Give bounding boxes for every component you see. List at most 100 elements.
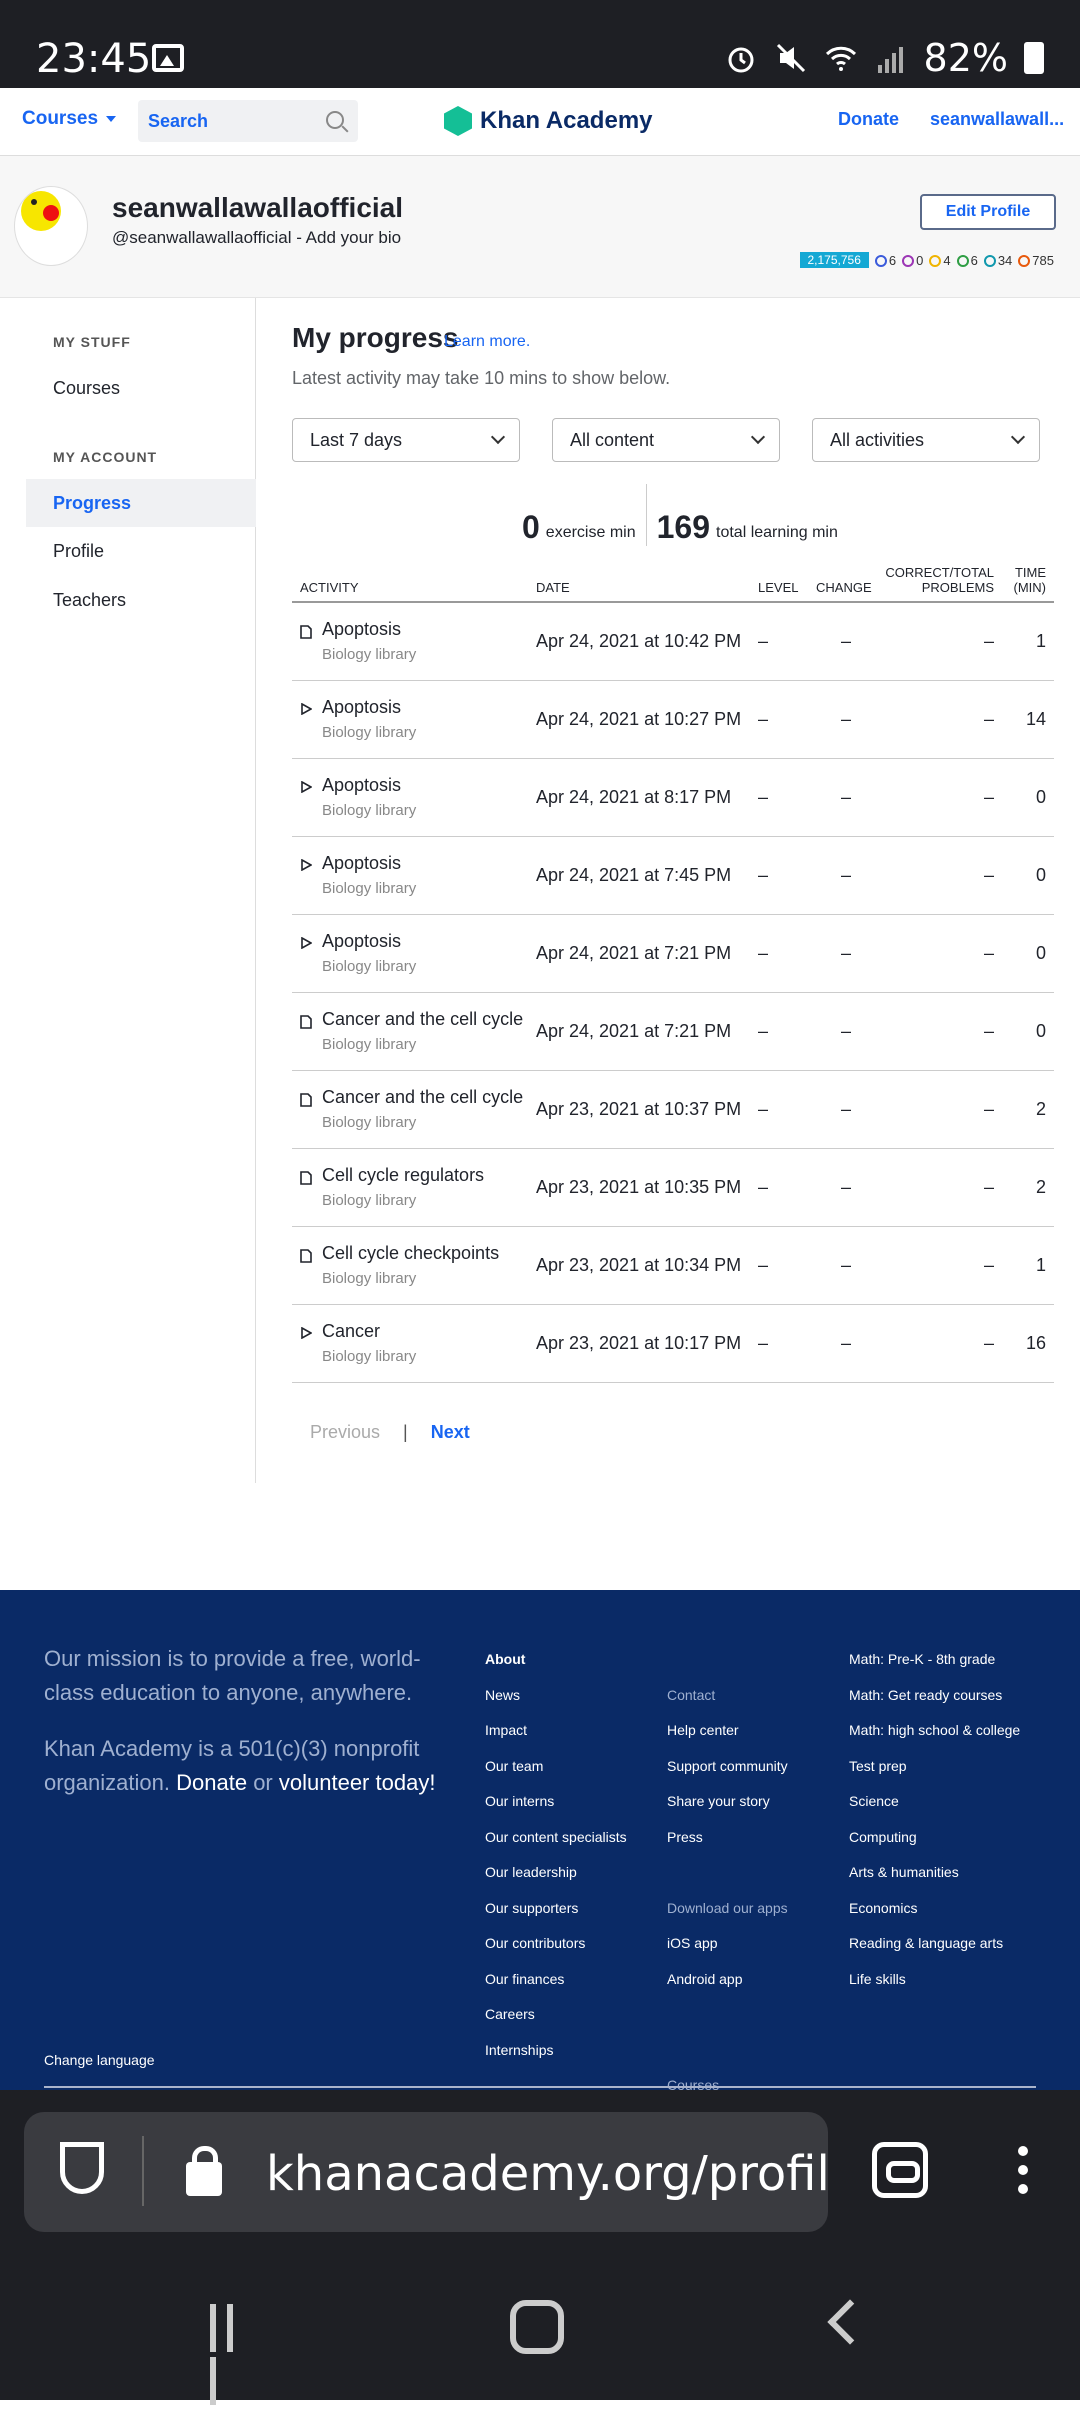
activity-title[interactable]: Apoptosis <box>322 775 416 796</box>
footer-link[interactable]: Help center <box>667 1713 788 1749</box>
footer-link[interactable]: Our interns <box>485 1784 627 1820</box>
activity-cell[interactable]: Apoptosis Biology library <box>292 836 528 915</box>
footer-link[interactable]: Our content specialists <box>485 1820 627 1856</box>
table-row[interactable]: Cancer and the cell cycle Biology library… <box>292 992 1054 1071</box>
shield-icon[interactable] <box>60 2142 104 2194</box>
activity-cell[interactable]: Apoptosis Biology library <box>292 758 528 837</box>
khan-logo[interactable]: Khan Academy <box>444 106 653 136</box>
footer-link[interactable]: Arts & humanities <box>849 1855 1020 1891</box>
footer-link[interactable]: Our finances <box>485 1962 627 1998</box>
col-correct[interactable]: CORRECT/TOTAL PROBLEMS <box>876 560 1002 603</box>
activity-cell[interactable]: Cancer and the cell cycle Biology library <box>292 1070 528 1149</box>
total-min-label: total learning min <box>716 524 838 541</box>
sidebar-item-progress[interactable]: Progress <box>26 479 256 527</box>
footer-link[interactable]: Math: Pre-K - 8th grade <box>849 1642 1020 1678</box>
lock-icon[interactable] <box>186 2146 222 2196</box>
table-row[interactable]: Apoptosis Biology library Apr 24, 2021 at … <box>292 836 1054 915</box>
activity-title[interactable]: Cancer and the cell cycle <box>322 1009 523 1030</box>
activity-title[interactable]: Apoptosis <box>322 931 416 952</box>
sidebar-item-courses[interactable]: Courses <box>26 364 256 412</box>
content-select[interactable]: All content <box>552 418 780 462</box>
date-range-select[interactable]: Last 7 days <box>292 418 520 462</box>
site-footer: Our mission is to provide a free, world-… <box>0 1590 1080 2093</box>
activity-title[interactable]: Cancer and the cell cycle <box>322 1087 523 1108</box>
table-row[interactable]: Apoptosis Biology library Apr 24, 2021 at … <box>292 914 1054 993</box>
footer-link[interactable]: Careers <box>485 1997 627 2033</box>
activity-cell[interactable]: Apoptosis Biology library <box>292 914 528 993</box>
sidebar-item-profile[interactable]: Profile <box>26 527 256 575</box>
more-menu-icon[interactable] <box>1018 2146 1028 2196</box>
footer-link[interactable]: Impact <box>485 1713 627 1749</box>
address-bar[interactable]: khanacademy.org/profile/se <box>24 2112 828 2232</box>
footer-link[interactable]: Economics <box>849 1891 1020 1927</box>
table-row[interactable]: Apoptosis Biology library Apr 24, 2021 at … <box>292 758 1054 837</box>
search-input[interactable]: Search <box>138 100 358 142</box>
table-row[interactable]: Cancer Biology library Apr 23, 2021 at 10:… <box>292 1304 1054 1383</box>
search-icon[interactable] <box>326 111 344 129</box>
activity-title[interactable]: Cell cycle regulators <box>322 1165 484 1186</box>
footer-link[interactable]: Science <box>849 1784 1020 1820</box>
footer-link[interactable]: News <box>485 1678 627 1714</box>
back-icon[interactable] <box>827 2299 873 2345</box>
table-row[interactable]: Cancer and the cell cycle Biology library… <box>292 1070 1054 1149</box>
activity-cell[interactable]: Cell cycle regulators Biology library <box>292 1148 528 1227</box>
activity-title[interactable]: Apoptosis <box>322 619 416 640</box>
footer-link[interactable]: Internships <box>485 2033 627 2069</box>
profile-bio[interactable]: @seanwallawallaofficial - Add your bio <box>112 228 401 248</box>
table-row[interactable]: Cell cycle regulators Biology library Apr … <box>292 1148 1054 1227</box>
next-button[interactable]: Next <box>431 1422 470 1442</box>
sidebar-item-teachers[interactable]: Teachers <box>26 576 256 624</box>
activity-cell[interactable]: Cancer and the cell cycle Biology library <box>292 992 528 1071</box>
badge-value: 6 <box>888 252 897 268</box>
footer-link[interactable]: Share your story <box>667 1784 788 1820</box>
activity-title[interactable]: Cell cycle checkpoints <box>322 1243 499 1264</box>
tabs-icon[interactable] <box>872 2142 928 2198</box>
footer-link[interactable]: Reading & language arts <box>849 1926 1020 1962</box>
activity-title[interactable]: Cancer <box>322 1321 416 1342</box>
activity-cell[interactable]: Apoptosis Biology library <box>292 602 528 681</box>
footer-link[interactable]: Our leadership <box>485 1855 627 1891</box>
footer-volunteer-link[interactable]: volunteer <box>279 1770 370 1795</box>
article-icon <box>300 1093 312 1107</box>
col-change[interactable]: CHANGE <box>808 560 876 603</box>
footer-link[interactable]: Support community <box>667 1749 788 1785</box>
footer-link[interactable]: Our supporters <box>485 1891 627 1927</box>
footer-link[interactable]: iOS app <box>667 1926 788 1962</box>
donate-link[interactable]: Donate <box>838 109 899 130</box>
activity-select[interactable]: All activities <box>812 418 1040 462</box>
previous-button[interactable]: Previous <box>310 1422 380 1442</box>
footer-link[interactable]: Life skills <box>849 1962 1020 1998</box>
footer-link[interactable]: Test prep <box>849 1749 1020 1785</box>
user-menu[interactable]: seanwallawall... <box>930 109 1066 130</box>
recent-apps-icon[interactable] <box>210 2304 258 2405</box>
table-row[interactable]: Cell cycle checkpoints Biology library Apr… <box>292 1226 1054 1305</box>
footer-link[interactable]: Math: high school & college <box>849 1713 1020 1749</box>
avatar[interactable] <box>14 186 88 266</box>
activity-title[interactable]: Apoptosis <box>322 697 416 718</box>
footer-donate-link[interactable]: Donate <box>176 1770 247 1795</box>
profile-stats: 2,175,756 6 0 4 6 34 785 <box>799 252 1054 268</box>
col-activity[interactable]: ACTIVITY <box>292 560 528 603</box>
footer-link[interactable]: Android app <box>667 1962 788 1998</box>
col-time[interactable]: TIME (MIN) <box>1002 560 1054 603</box>
col-level[interactable]: LEVEL <box>750 560 808 603</box>
learn-more-link[interactable]: Learn more. <box>444 333 530 351</box>
change-language-link[interactable]: Change language <box>44 2052 155 2068</box>
badge-value: 0 <box>916 252 924 268</box>
footer-link[interactable]: Press <box>667 1820 788 1856</box>
activity-cell[interactable]: Apoptosis Biology library <box>292 680 528 759</box>
activity-cell[interactable]: Cancer Biology library <box>292 1304 528 1383</box>
col-date[interactable]: DATE <box>528 560 750 603</box>
activity-cell[interactable]: Cell cycle checkpoints Biology library <box>292 1226 528 1305</box>
footer-link[interactable]: Computing <box>849 1820 1020 1856</box>
edit-profile-button[interactable]: Edit Profile <box>920 194 1056 230</box>
footer-link[interactable]: Math: Get ready courses <box>849 1678 1020 1714</box>
url-text[interactable]: khanacademy.org/profile/se <box>266 2146 826 2202</box>
activity-title[interactable]: Apoptosis <box>322 853 416 874</box>
home-icon[interactable] <box>510 2300 564 2354</box>
footer-link[interactable]: Our team <box>485 1749 627 1785</box>
table-row[interactable]: Apoptosis Biology library Apr 24, 2021 at … <box>292 680 1054 759</box>
footer-link[interactable]: Our contributors <box>485 1926 627 1962</box>
courses-menu[interactable]: Courses <box>22 108 117 130</box>
table-row[interactable]: Apoptosis Biology library Apr 24, 2021 at … <box>292 602 1054 681</box>
